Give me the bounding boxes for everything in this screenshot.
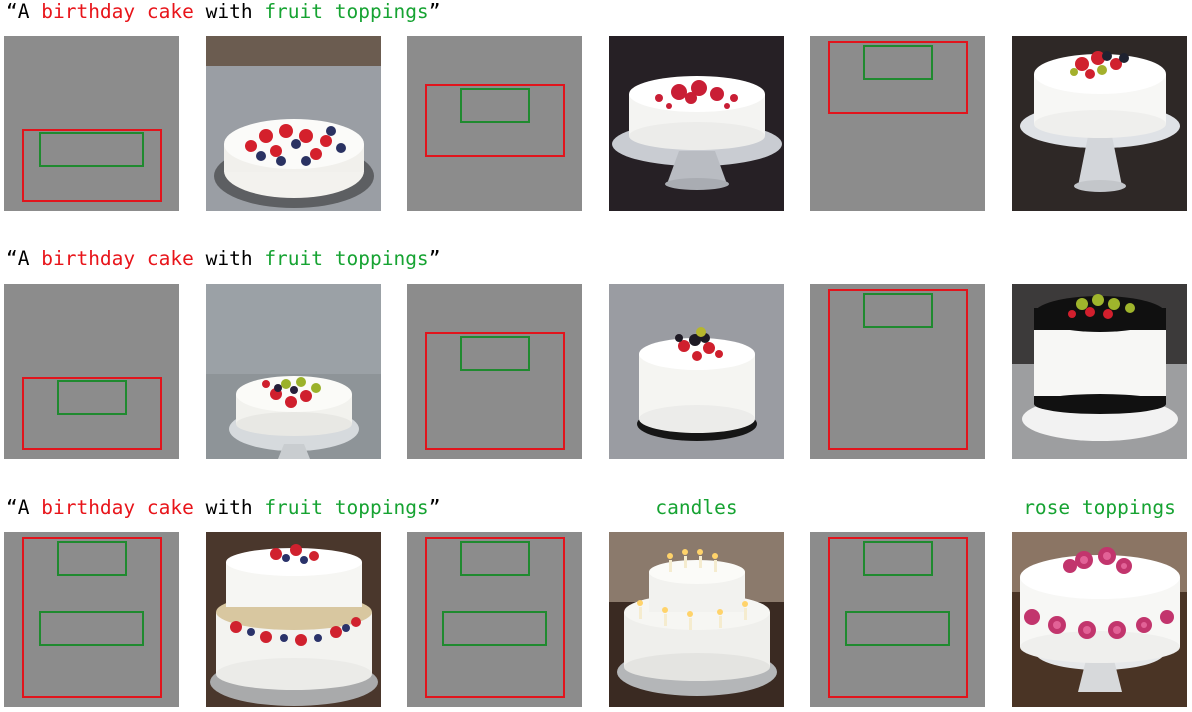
layout-map xyxy=(407,36,582,211)
background-phrase: birthday cake xyxy=(41,496,194,519)
generated-image xyxy=(609,36,784,211)
quote-open: “A xyxy=(6,496,42,519)
foreground-region-box-top xyxy=(863,541,933,576)
foreground-phrase: fruit toppings xyxy=(264,496,429,519)
foreground-phrase: fruit toppings xyxy=(264,0,429,23)
generated-image xyxy=(609,532,784,707)
background-phrase: birthday cake xyxy=(41,247,194,270)
foreground-region-box xyxy=(460,336,530,371)
quote-close: ” xyxy=(428,0,441,23)
generated-image xyxy=(1012,284,1187,459)
generated-image xyxy=(206,36,381,211)
foreground-region-box xyxy=(863,45,933,80)
layout-map xyxy=(4,36,179,211)
foreground-region-box-middle xyxy=(39,611,144,646)
layout-map xyxy=(810,532,985,707)
foreground-region-box-middle xyxy=(845,611,950,646)
foreground-region-box xyxy=(39,132,144,167)
generated-image xyxy=(206,284,381,459)
background-phrase: birthday cake xyxy=(41,0,194,23)
quote-close: ” xyxy=(428,247,441,270)
column-label-candles: candles xyxy=(655,496,738,519)
layout-map xyxy=(4,284,179,459)
generated-image xyxy=(1012,36,1187,211)
foreground-region-box-top xyxy=(57,541,127,576)
quote-close: ” xyxy=(428,496,441,519)
foreground-phrase: fruit toppings xyxy=(264,247,429,270)
generated-image xyxy=(609,284,784,459)
row-2-caption: “A birthday cake with fruit toppings” xyxy=(6,247,440,271)
foreground-region-box xyxy=(863,293,933,328)
foreground-region-box xyxy=(460,88,530,123)
quote-open: “A xyxy=(6,0,42,23)
generated-image xyxy=(1012,532,1187,707)
generated-image xyxy=(206,532,381,707)
connector-text: with xyxy=(193,247,265,270)
layout-map xyxy=(810,284,985,459)
row-3-caption: “A birthday cake with fruit toppings” xyxy=(6,496,440,520)
layout-map xyxy=(4,532,179,707)
connector-text: with xyxy=(193,496,265,519)
foreground-region-box xyxy=(57,380,127,415)
row-1-caption: “A birthday cake with fruit toppings” xyxy=(6,0,440,24)
layout-map xyxy=(407,532,582,707)
column-label-rose-toppings: rose toppings xyxy=(1023,496,1176,519)
layout-map xyxy=(810,36,985,211)
foreground-region-box-top xyxy=(460,541,530,576)
foreground-region-box-middle xyxy=(442,611,547,646)
layout-map xyxy=(407,284,582,459)
connector-text: with xyxy=(193,0,265,23)
quote-open: “A xyxy=(6,247,42,270)
